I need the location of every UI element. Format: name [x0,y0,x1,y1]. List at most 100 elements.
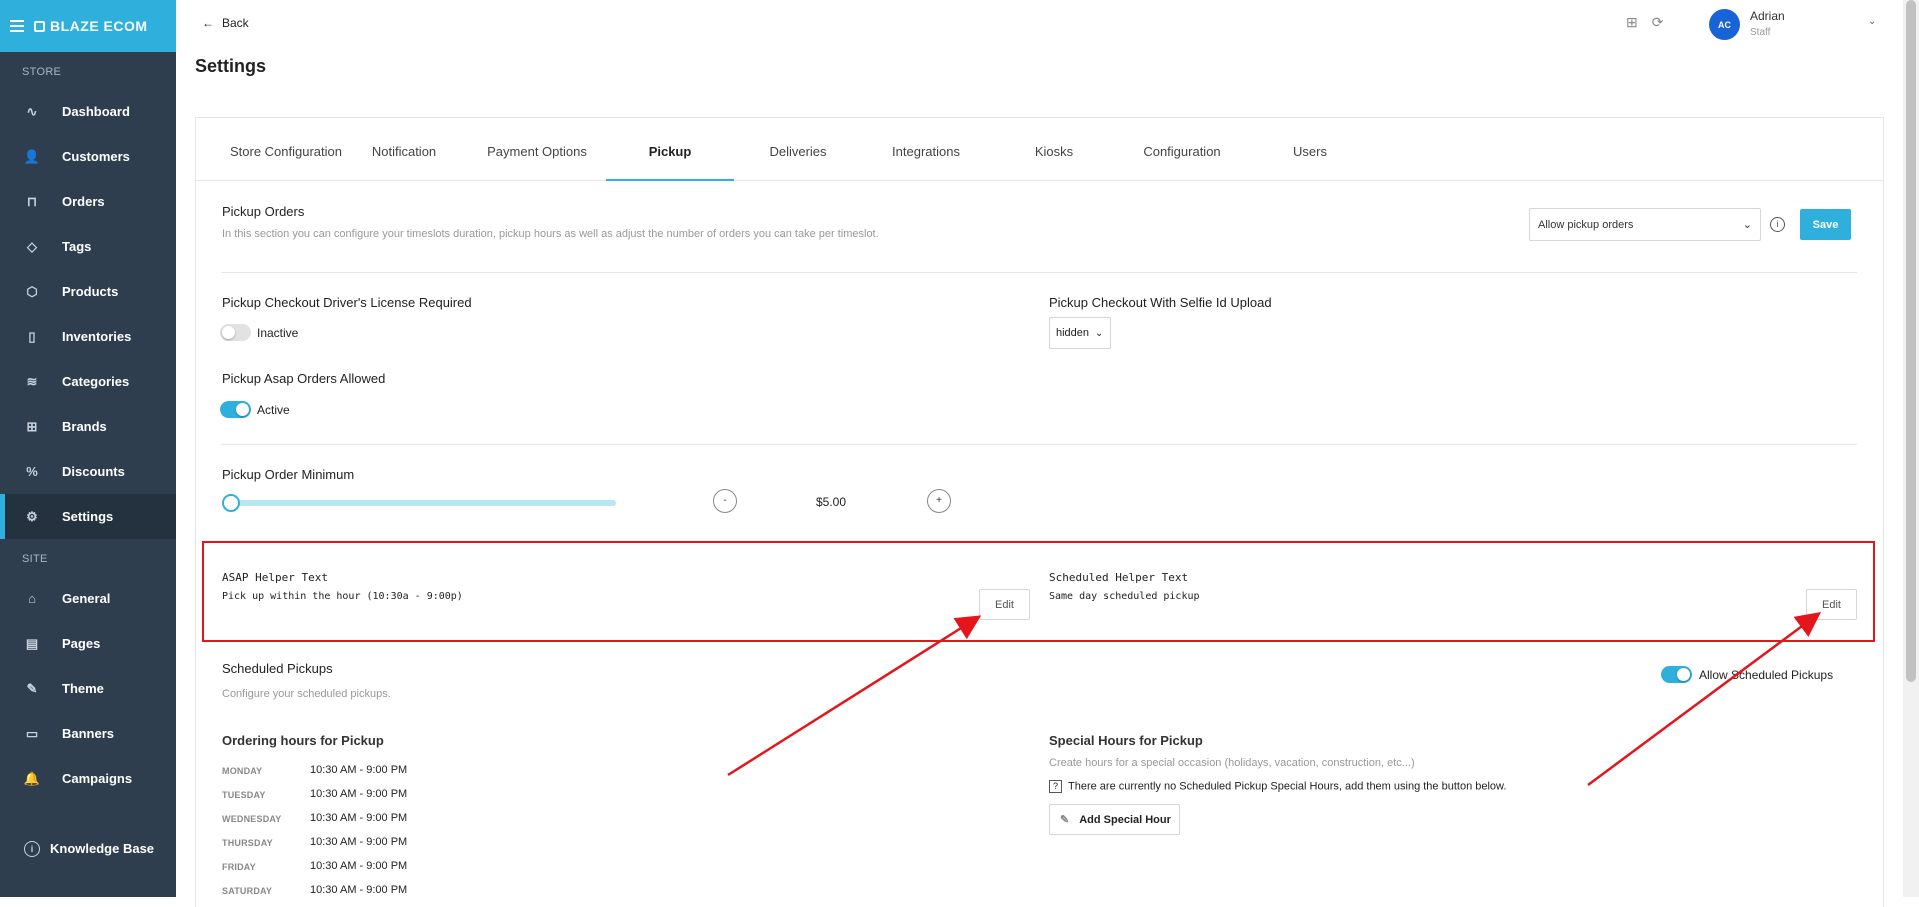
tab-pickup[interactable]: Pickup [606,118,734,181]
gear-icon: ⚙ [26,508,38,524]
box-icon: ⬡ [26,283,38,299]
back-button[interactable]: ← Back [202,16,249,30]
selfie-select[interactable]: hidden ⌄ [1049,317,1111,349]
tab-payment-options[interactable]: Payment Options [473,118,601,181]
question-icon: ? [1049,780,1062,793]
asap-toggle[interactable] [220,401,251,418]
special-hours-description: Create hours for a special occasion (hol… [1049,757,1415,769]
pickup-orders-select[interactable]: Allow pickup orders ⌄ [1529,208,1761,241]
tab-users[interactable]: Users [1246,118,1374,181]
sidebar-item-categories[interactable]: ≋ Categories [0,359,176,404]
license-status: Inactive [257,326,299,340]
tab-configuration[interactable]: Configuration [1118,118,1246,181]
arrow-left-icon: ← [202,16,214,30]
refresh-icon[interactable]: ⟳ [1652,14,1664,31]
sidebar-section-site: SITE [22,553,48,565]
hours-value: 10:30 AM - 9:00 PM [310,788,408,800]
layers-icon: ≋ [26,373,38,389]
allow-scheduled-label: Allow Scheduled Pickups [1699,668,1834,682]
day-label: WEDNESDAY [222,814,282,824]
sidebar-item-theme[interactable]: ✎ Theme [0,666,176,711]
minimum-slider-handle[interactable] [222,494,240,512]
license-title: Pickup Checkout Driver's License Require… [222,295,472,310]
edit-icon: ✎ [1060,814,1070,826]
sidebar-item-tags[interactable]: ◇ Tags [0,224,176,269]
sidebar-item-general[interactable]: ⌂ General [0,576,176,621]
hours-value: 10:30 AM - 9:00 PM [310,860,408,872]
edit-scheduled-helper-button[interactable]: Edit [1806,589,1857,620]
user-role: Staff [1750,27,1771,38]
sidebar-item-orders[interactable]: ⊓ Orders [0,179,176,224]
tab-notification[interactable]: Notification [369,118,439,181]
sidebar-item-inventories[interactable]: ▯ Inventories [0,314,176,359]
pickup-orders-title: Pickup Orders [222,204,305,219]
license-toggle[interactable] [220,324,251,341]
scheduled-helper-label: Scheduled Helper Text [1049,571,1189,584]
sidebar-item-settings[interactable]: ⚙ Settings [0,494,176,539]
hours-value: 10:30 AM - 9:00 PM [310,812,408,824]
edit-asap-helper-button[interactable]: Edit [979,589,1030,620]
tag-icon: ◇ [27,238,37,254]
info-icon: i [24,840,40,857]
increase-button[interactable]: + [927,489,951,513]
scrollbar[interactable] [1903,0,1919,897]
logo-icon [34,20,45,32]
selfie-title: Pickup Checkout With Selfie Id Upload [1049,295,1272,310]
minimum-value: $5.00 [816,495,847,509]
info-icon[interactable]: i [1770,217,1785,232]
special-hours-title: Special Hours for Pickup [1049,733,1203,748]
sidebar-section-store: STORE [22,66,62,78]
chevron-down-icon[interactable]: ⌄ [1868,16,1876,27]
user-name[interactable]: Adrian [1750,9,1785,23]
sidebar: BLAZE ECOM STORE ∿ Dashboard 👤 Customers ⊓… [0,0,176,897]
sidebar-item-banners[interactable]: ▭ Banners [0,711,176,756]
asap-helper-label: ASAP Helper Text [222,571,328,584]
day-label: TUESDAY [222,790,266,800]
day-label: SATURDAY [222,886,273,896]
allow-scheduled-toggle[interactable] [1661,666,1692,683]
tab-kiosks[interactable]: Kiosks [990,118,1118,181]
sidebar-item-campaigns[interactable]: 🔔 Campaigns [0,756,176,801]
day-label: FRIDAY [222,862,256,872]
add-special-hour-button[interactable]: ✎ Add Special Hour [1049,804,1180,835]
minimum-slider-track[interactable] [228,500,616,506]
scrollbar-thumb[interactable] [1906,0,1916,682]
chevron-down-icon: ⌄ [1742,219,1752,231]
clipboard-icon: ▯ [28,328,36,344]
divider [221,272,1857,273]
percent-icon: % [26,464,38,479]
pulse-icon: ∿ [26,103,38,119]
sidebar-item-products[interactable]: ⬡ Products [0,269,176,314]
day-label: THURSDAY [222,838,273,848]
tab-integrations[interactable]: Integrations [862,118,990,181]
tab-bar: Store Configuration Notification Payment… [195,118,1884,181]
scheduled-description: Configure your scheduled pickups. [222,688,391,700]
sidebar-item-pages[interactable]: ▤ Pages [0,621,176,666]
monitor-icon: ▭ [25,725,39,741]
minimum-title: Pickup Order Minimum [222,467,355,482]
asap-status: Active [257,403,290,417]
scheduled-title: Scheduled Pickups [222,661,333,676]
asap-helper-text: Pick up within the hour (10:30a - 9:00p) [222,591,463,602]
sidebar-item-discounts[interactable]: % Discounts [0,449,176,494]
home-icon: ⌂ [28,591,36,606]
chevron-down-icon: ⌄ [1095,327,1104,339]
sidebar-item-customers[interactable]: 👤 Customers [0,134,176,179]
avatar[interactable]: AC [1709,9,1740,40]
menu-icon[interactable] [10,20,24,32]
sidebar-item-knowledge-base[interactable]: i Knowledge Base [0,826,176,871]
save-button[interactable]: Save [1800,209,1851,240]
decrease-button[interactable]: - [713,489,737,513]
sidebar-item-brands[interactable]: ⊞ Brands [0,404,176,449]
bell-icon: 🔔 [23,770,41,786]
special-hours-notice: ? There are currently no Scheduled Pickup… [1049,780,1506,793]
brand-logo[interactable]: BLAZE ECOM [34,18,148,34]
sidebar-item-dashboard[interactable]: ∿ Dashboard [0,89,176,134]
page-title: Settings [195,56,267,76]
top-icons: ⊞ ⟳ [1626,14,1663,31]
gift-icon[interactable]: ⊞ [1626,14,1638,31]
users-icon: 👤 [23,148,41,164]
tab-store-configuration[interactable]: Store Configuration [223,118,349,181]
brand-bar: BLAZE ECOM [0,0,176,52]
tab-deliveries[interactable]: Deliveries [734,118,862,181]
